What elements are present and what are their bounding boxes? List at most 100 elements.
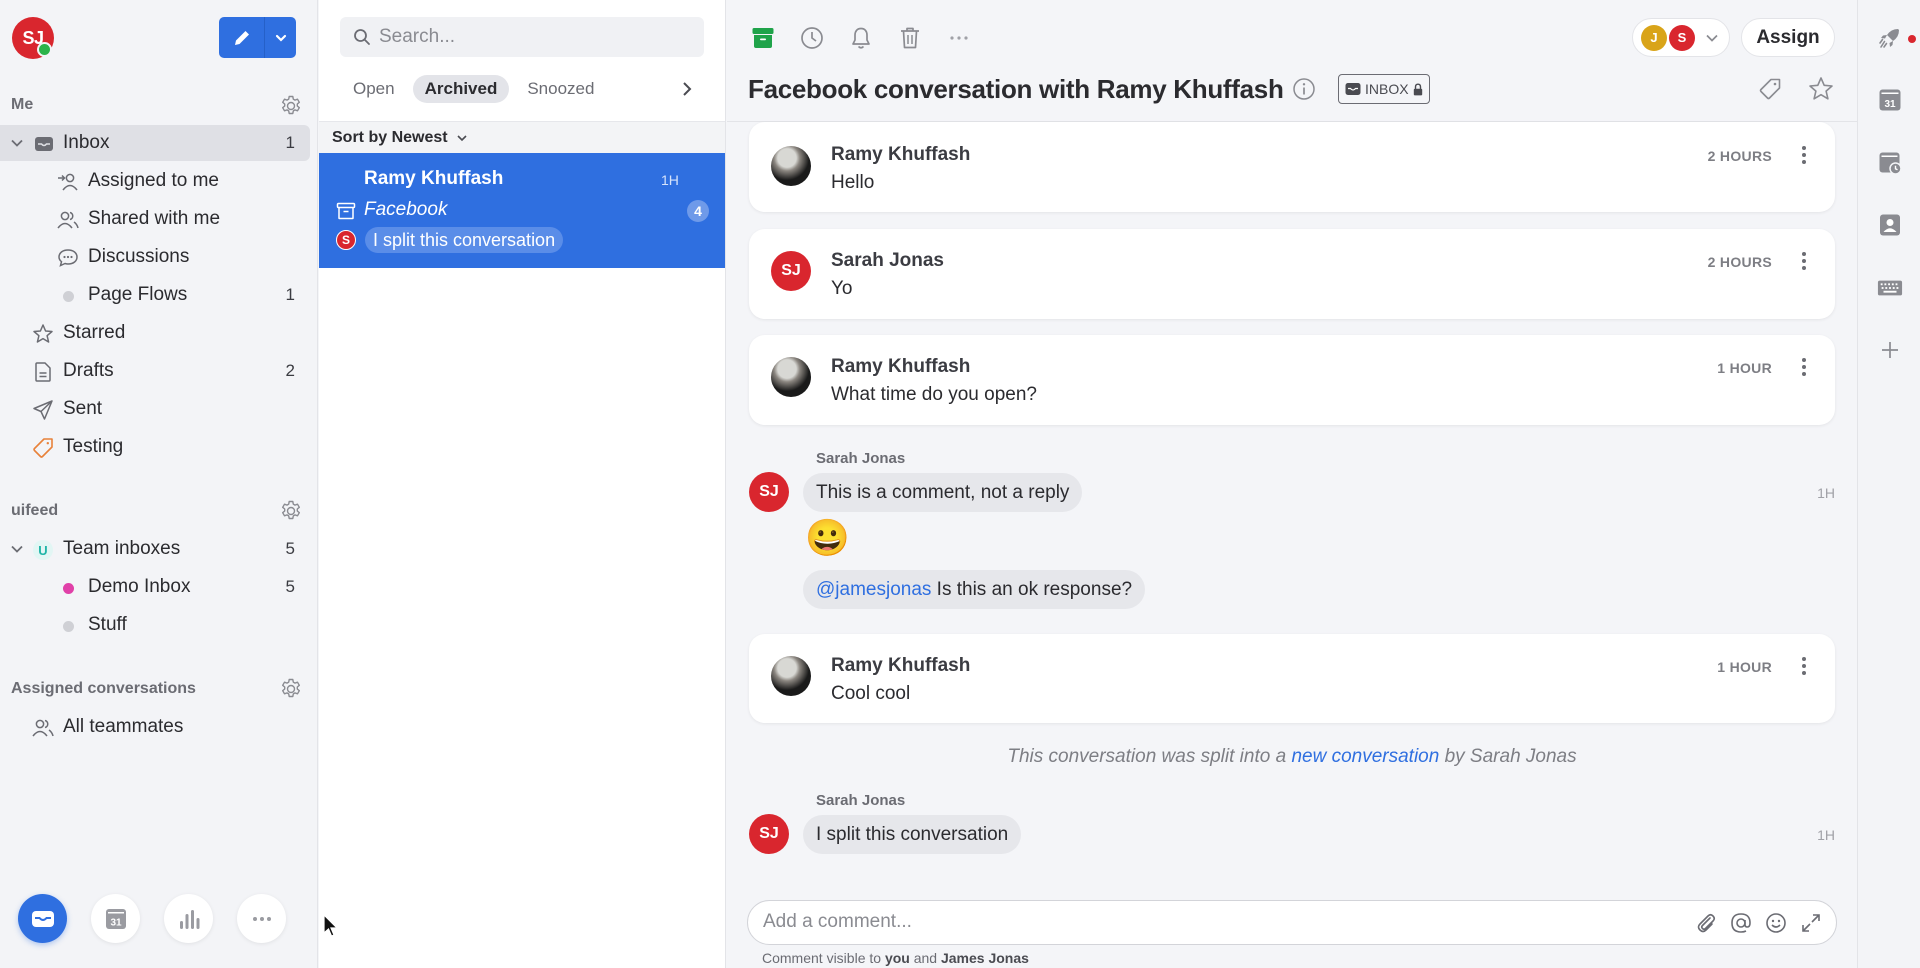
sidebar-item-label: Stuff bbox=[88, 614, 127, 635]
message-card[interactable]: Ramy Khuffash What time do you open? 1 H… bbox=[749, 335, 1835, 425]
sidebar-item-testing[interactable]: Testing bbox=[0, 429, 310, 465]
calendar-app-button[interactable]: 31 bbox=[91, 894, 140, 943]
search-box[interactable] bbox=[340, 17, 704, 57]
section-title-team: uifeed bbox=[11, 502, 59, 519]
message-card[interactable]: Ramy Khuffash Cool cool 1 HOUR bbox=[749, 634, 1835, 723]
emoji-grinning-face[interactable]: 😀 bbox=[805, 518, 850, 558]
new-conversation-link[interactable]: new conversation bbox=[1291, 746, 1439, 767]
info-icon[interactable] bbox=[1292, 77, 1316, 101]
snooze-button[interactable] bbox=[798, 24, 825, 51]
more-vertical-icon[interactable] bbox=[1801, 144, 1807, 166]
more-horizontal-icon bbox=[252, 916, 271, 921]
comment-input[interactable] bbox=[763, 911, 1663, 933]
assign-button[interactable]: Assign bbox=[1741, 18, 1835, 57]
sidebar-item-team-inboxes[interactable]: U Team inboxes 5 bbox=[0, 531, 310, 567]
paperclip-icon[interactable] bbox=[1695, 912, 1717, 934]
composer-actions bbox=[1695, 912, 1822, 934]
compose-button-group bbox=[219, 17, 296, 58]
comment-bubble[interactable]: I split this conversation bbox=[803, 815, 1022, 854]
comment-visibility-note: Comment visible to you and James Jonas bbox=[762, 950, 1029, 966]
contact-avatar bbox=[771, 357, 811, 397]
tab-open[interactable]: Open bbox=[341, 75, 407, 103]
tab-archived[interactable]: Archived bbox=[412, 75, 510, 103]
assignee-avatar: S bbox=[1669, 24, 1695, 51]
rail-contact-button[interactable] bbox=[1877, 212, 1903, 238]
inbox-app-button[interactable] bbox=[18, 894, 67, 943]
inbox-icon bbox=[33, 133, 55, 155]
sort-label: Sort by Newest bbox=[332, 128, 448, 146]
dot-icon bbox=[57, 285, 79, 307]
compose-dropdown-button[interactable] bbox=[265, 17, 296, 58]
visibility-person: James Jonas bbox=[940, 950, 1029, 966]
sidebar-item-inbox[interactable]: Inbox 1 bbox=[0, 125, 310, 161]
sidebar-item-assigned-to-me[interactable]: Assigned to me bbox=[0, 163, 310, 199]
inbox-icon bbox=[31, 910, 54, 927]
comment-text: Is this an ok response? bbox=[931, 578, 1133, 600]
compose-button[interactable] bbox=[219, 17, 265, 58]
archive-button[interactable] bbox=[749, 24, 776, 51]
sidebar-item-sent[interactable]: Sent bbox=[0, 391, 310, 427]
sidebar-item-starred[interactable]: Starred bbox=[0, 315, 310, 351]
conversation-list-item[interactable]: Ramy Khuffash 1H Facebook 4 S I split th… bbox=[319, 153, 725, 268]
star-icon[interactable] bbox=[1808, 76, 1834, 102]
chat-bubble-icon bbox=[57, 247, 79, 269]
mention-link[interactable]: @jamesjonas bbox=[816, 579, 931, 601]
contact-avatar bbox=[771, 656, 811, 696]
tab-snoozed[interactable]: Snoozed bbox=[515, 75, 606, 103]
sidebar-item-label: Inbox bbox=[63, 132, 110, 153]
sidebar-item-demo-inbox[interactable]: Demo Inbox 5 bbox=[0, 569, 310, 605]
more-vertical-icon[interactable] bbox=[1801, 250, 1807, 272]
more-apps-button[interactable] bbox=[237, 894, 286, 943]
chevron-down-icon bbox=[457, 134, 467, 141]
comment-author: Sarah Jonas bbox=[816, 792, 906, 809]
online-status-indicator bbox=[37, 42, 52, 57]
analytics-app-button[interactable] bbox=[164, 894, 213, 943]
rail-scheduler-button[interactable] bbox=[1877, 150, 1903, 176]
rail-calendar-button[interactable]: 31 bbox=[1877, 87, 1903, 113]
assignee-selector[interactable]: J S bbox=[1632, 18, 1730, 57]
more-vertical-icon[interactable] bbox=[1801, 356, 1807, 378]
more-actions-button[interactable] bbox=[945, 24, 972, 51]
calendar-clock-icon bbox=[1879, 152, 1902, 175]
gear-icon[interactable] bbox=[279, 677, 303, 701]
rail-add-button[interactable] bbox=[1877, 337, 1903, 363]
sidebar-item-stuff[interactable]: Stuff bbox=[0, 607, 310, 643]
sidebar-item-label: Starred bbox=[63, 322, 126, 343]
search-input[interactable] bbox=[379, 26, 679, 48]
chevron-down-icon bbox=[275, 34, 286, 42]
tag-icon[interactable] bbox=[1758, 77, 1782, 101]
more-vertical-icon[interactable] bbox=[1801, 655, 1807, 677]
comment-author-avatar: SJ bbox=[749, 814, 789, 854]
comment-author-avatar: SJ bbox=[749, 472, 789, 512]
visibility-text: Comment visible to bbox=[762, 950, 885, 966]
message-body: Yo bbox=[831, 278, 853, 299]
gear-icon[interactable] bbox=[279, 94, 303, 118]
mention-icon[interactable] bbox=[1730, 912, 1752, 934]
sort-dropdown[interactable]: Sort by Newest bbox=[319, 121, 725, 153]
gear-icon[interactable] bbox=[279, 499, 303, 523]
delete-button[interactable] bbox=[896, 24, 923, 51]
emoji-icon[interactable] bbox=[1765, 912, 1787, 934]
rail-rocket-button[interactable] bbox=[1877, 25, 1903, 51]
sidebar-item-drafts[interactable]: Drafts 2 bbox=[0, 353, 310, 389]
dot-icon bbox=[57, 615, 79, 637]
chevron-down-icon[interactable] bbox=[10, 136, 24, 150]
chevron-down-icon[interactable] bbox=[10, 542, 24, 556]
section-title-me: Me bbox=[11, 96, 34, 113]
expand-icon[interactable] bbox=[1800, 912, 1822, 934]
inbox-chip[interactable]: INBOX bbox=[1338, 74, 1430, 104]
sidebar-item-shared-with-me[interactable]: Shared with me bbox=[0, 201, 310, 237]
rail-shortcuts-button[interactable] bbox=[1877, 275, 1903, 301]
unread-count: 5 bbox=[285, 577, 295, 596]
sidebar-item-all-teammates[interactable]: All teammates bbox=[0, 709, 310, 745]
notification-dot bbox=[1908, 35, 1916, 43]
comment-bubble[interactable]: This is a comment, not a reply bbox=[803, 473, 1083, 512]
message-card[interactable]: Ramy Khuffash Hello 2 HOURS bbox=[749, 122, 1835, 212]
chevron-right-icon[interactable] bbox=[680, 80, 694, 98]
sidebar-item-page-flows[interactable]: Page Flows 1 bbox=[0, 277, 310, 313]
sidebar-item-discussions[interactable]: Discussions bbox=[0, 239, 310, 275]
message-card[interactable]: SJ Sarah Jonas Yo 2 HOURS bbox=[749, 229, 1835, 319]
comment-author: Sarah Jonas bbox=[816, 450, 906, 467]
comment-bubble[interactable]: @jamesjonas Is this an ok response? bbox=[803, 570, 1146, 609]
reminder-button[interactable] bbox=[847, 24, 874, 51]
